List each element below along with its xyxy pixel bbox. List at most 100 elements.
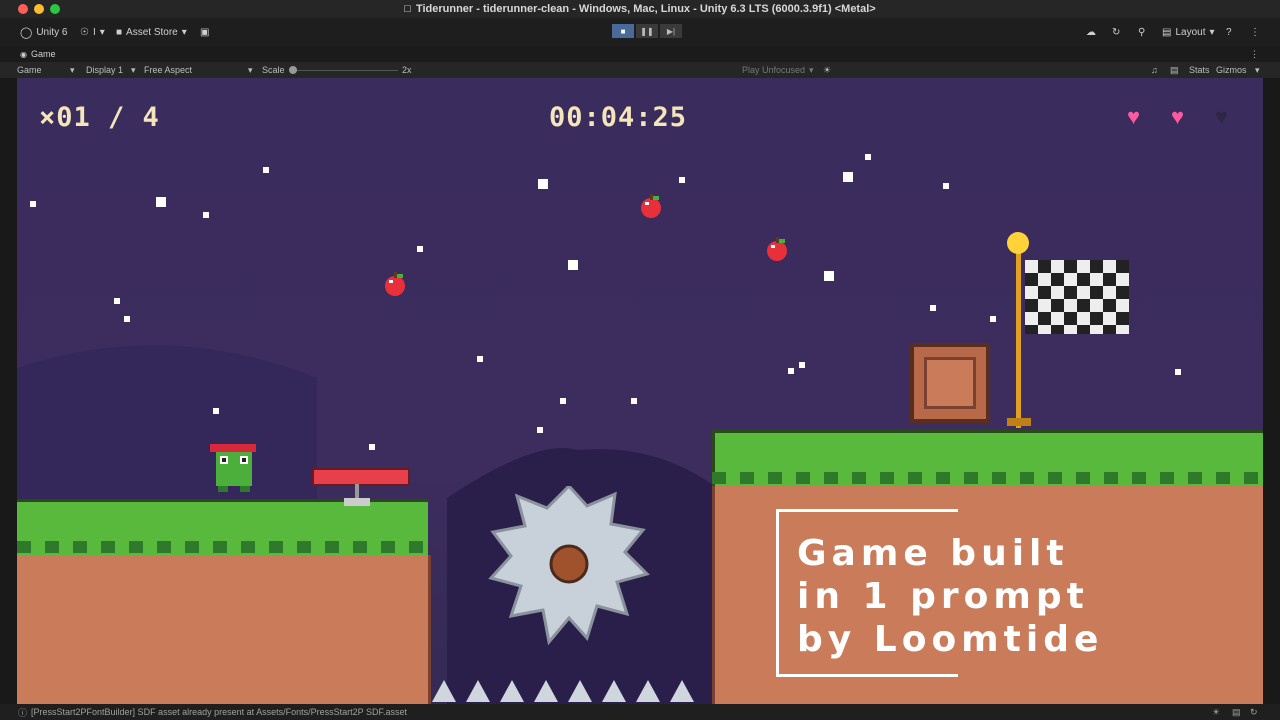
stats-button[interactable]: Stats [1189, 65, 1210, 75]
info-icon: ⓘ [18, 707, 28, 718]
chevron-down-icon: ▾ [248, 65, 253, 75]
layout-icon: ▤ [1162, 26, 1172, 38]
star [417, 246, 423, 252]
layers-icon[interactable]: ▤ [1232, 707, 1241, 718]
close-window-button[interactable] [18, 4, 28, 14]
account-label: I [92, 26, 96, 38]
history-button[interactable]: ↻ [1112, 27, 1120, 38]
trampoline-base [344, 498, 370, 506]
tab-menu-icon[interactable]: ⋮ [1250, 49, 1259, 60]
account-dropdown[interactable]: ☉ I ▾ [80, 27, 105, 38]
flag-pole [1016, 248, 1021, 428]
unity-logo-icon: ◯ [20, 26, 33, 39]
star [824, 271, 834, 281]
search-button[interactable]: ⚲ [1138, 27, 1145, 38]
unity-version-label: Unity 6 [36, 26, 68, 38]
zoom-window-button[interactable] [50, 4, 60, 14]
layout-label: Layout [1175, 26, 1206, 38]
scale-value: 2x [402, 65, 412, 75]
collab-button[interactable]: ▣ [200, 27, 209, 38]
game-viewport[interactable]: ×01 / 4 00:04:25 ♥ ♥ ♥ Game built in 1 p… [17, 78, 1263, 704]
box-icon: ▣ [200, 26, 210, 38]
fruit-counter: ×01 / 4 [39, 102, 160, 133]
star [788, 368, 794, 374]
document-icon: □ [404, 3, 411, 15]
status-message[interactable]: [PressStart2PFontBuilder] SDF asset alre… [31, 707, 407, 717]
step-button[interactable]: ▶| [660, 24, 682, 38]
chevron-down-icon: ▾ [70, 65, 75, 75]
star [799, 362, 805, 368]
dirt-block [17, 555, 431, 704]
timer: 00:04:25 [549, 102, 688, 133]
apple-icon [641, 194, 661, 218]
display-dropdown[interactable]: Display 1 [86, 65, 123, 75]
minimize-window-button[interactable] [34, 4, 44, 14]
main-toolbar: ◯ Unity 6 ☉ I ▾ ■ Asset Store ▾ ▣ ■ ❚❚ ▶… [0, 18, 1280, 46]
more-menu-button[interactable]: ⋮ [1250, 27, 1260, 38]
heart-full-icon: ♥ [1127, 104, 1141, 129]
bug-icon[interactable]: ☀ [823, 65, 831, 76]
tab-row: ◉ Game ⋮ [0, 46, 1280, 62]
asset-store-label: Asset Store [126, 26, 178, 38]
window-titlebar: □ Tiderunner - tiderunner-clean - Window… [0, 0, 1280, 18]
scale-slider-handle[interactable] [289, 66, 297, 74]
play-controls: ■ ❚❚ ▶| [612, 24, 682, 38]
step-icon: ▶| [666, 26, 676, 36]
grass-edge [712, 472, 1263, 484]
tab-game-label: Game [30, 49, 56, 59]
mode-dropdown[interactable]: Game [17, 65, 42, 75]
star [568, 260, 578, 270]
screen-icon[interactable]: ▤ [1170, 65, 1179, 76]
star [203, 212, 209, 218]
star [990, 316, 996, 322]
help-button[interactable]: ? [1226, 27, 1232, 38]
star [930, 305, 936, 311]
chevron-down-icon: ▾ [181, 26, 187, 38]
star [124, 316, 130, 322]
bug-icon[interactable]: ☀ [1212, 707, 1220, 718]
play-button[interactable]: ■ [612, 24, 634, 38]
search-icon: ⚲ [1138, 26, 1146, 38]
chevron-down-icon: ▾ [99, 26, 105, 38]
user-icon: ☉ [80, 26, 89, 38]
layout-dropdown[interactable]: ▤ Layout ▾ [1162, 27, 1215, 38]
status-bar: ⓘ [PressStart2PFontBuilder] SDF asset al… [0, 704, 1280, 720]
gizmos-dropdown[interactable]: Gizmos [1216, 65, 1247, 75]
star [263, 167, 269, 173]
gamepad-icon: ◉ [20, 49, 27, 59]
trampoline [312, 468, 410, 486]
cloud-icon: ☁ [1086, 26, 1096, 38]
heart-full-icon: ♥ [1171, 104, 1185, 129]
star [560, 398, 566, 404]
history-icon: ↻ [1112, 26, 1121, 38]
star [156, 197, 166, 207]
play-focus-dropdown[interactable]: Play Unfocused [742, 65, 805, 75]
bag-icon: ■ [116, 26, 123, 38]
kebab-icon: ⋮ [1250, 26, 1260, 38]
tab-game[interactable]: ◉ Game [20, 49, 56, 59]
trampoline-spring [355, 484, 359, 498]
pause-button[interactable]: ❚❚ [636, 24, 658, 38]
flag-pole-top [1007, 232, 1029, 254]
asset-store-button[interactable]: ■ Asset Store ▾ [116, 27, 187, 38]
aspect-dropdown[interactable]: Free Aspect [144, 65, 192, 75]
cloud-button[interactable]: ☁ [1086, 27, 1096, 38]
star [679, 177, 685, 183]
star [114, 298, 120, 304]
window-title: Tiderunner - tiderunner-clean - Windows,… [415, 3, 876, 15]
game-view-bar: Game ▾ Display 1 ▾ Free Aspect ▾ Scale 2… [0, 62, 1280, 78]
unity-account-menu[interactable]: ◯ Unity 6 [20, 26, 67, 39]
star [213, 408, 219, 414]
stop-icon: ■ [620, 26, 626, 36]
frog-player [210, 444, 256, 492]
star [369, 444, 375, 450]
star [538, 179, 548, 189]
crate-panel [924, 357, 976, 409]
sync-icon[interactable]: ↻ [1250, 707, 1258, 718]
chevron-down-icon: ▾ [809, 65, 814, 75]
saw-blade-hazard [488, 486, 650, 646]
star [30, 201, 36, 207]
flag-pole-base [1007, 418, 1031, 426]
mute-audio-icon[interactable]: ♫ [1151, 65, 1158, 75]
scale-slider-track[interactable] [292, 70, 398, 71]
